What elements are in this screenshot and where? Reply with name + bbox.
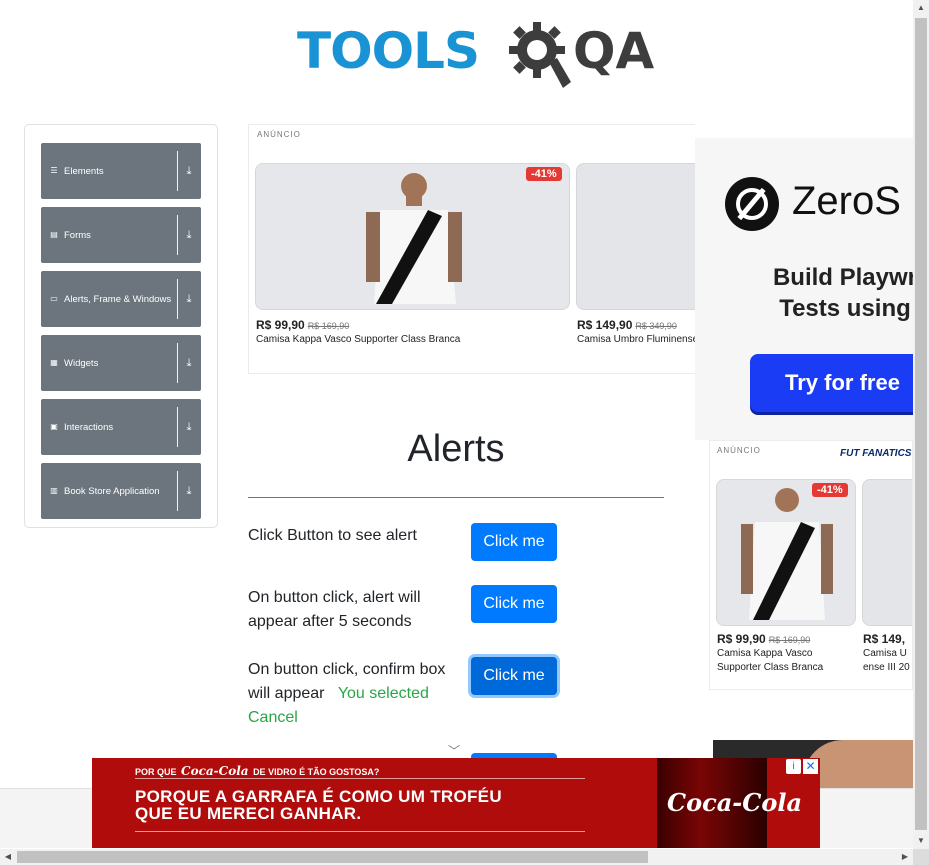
grid-icon: ▦ xyxy=(50,358,58,367)
books-icon: ▥ xyxy=(50,486,58,495)
interactions-icon: ▣ xyxy=(50,422,58,431)
product-name: Camisa Kappa Vasco Supporter Class Branc… xyxy=(717,648,824,673)
timer-alert-button[interactable]: Click me xyxy=(471,585,557,623)
form-icon: ▤ xyxy=(50,230,58,239)
alert-row-label: Click Button to see alert xyxy=(248,527,417,544)
logo-text: TOOLS xyxy=(297,22,480,80)
divider xyxy=(177,279,178,319)
ad-product-sidebar[interactable]: ANÚNCIO FUT FANATICS -41% R$ 99,90 R$ 169… xyxy=(709,440,913,690)
zerostep-logo-icon xyxy=(725,177,779,231)
product-image xyxy=(576,163,697,310)
group-label: Alerts, Frame & Windows xyxy=(64,293,172,305)
download-icon: ⤓ xyxy=(186,165,192,177)
left-sidebar: ☰ Elements ⤓ ▤ Forms ⤓ ▭ Alerts, Frame &… xyxy=(24,124,218,528)
scroll-down-icon[interactable]: ▼ xyxy=(913,833,929,849)
ad-cta-button[interactable]: Try for free xyxy=(750,354,913,412)
ad-product-carousel[interactable]: ANÚNCIO -41% R$ 99,90 R$ 169,90 Camisa Ka… xyxy=(248,124,698,374)
ad-label: ANÚNCIO xyxy=(717,446,761,455)
product-name: Camisa Umbro Fluminense xyxy=(577,334,695,345)
ad-headline: PORQUE A GARRAFA É COMO UM TROFÉU QUE EU… xyxy=(135,787,502,823)
scroll-left-icon[interactable]: ◀ xyxy=(0,849,16,865)
scroll-right-icon[interactable]: ▶ xyxy=(897,849,913,865)
discount-badge: -41% xyxy=(812,483,848,497)
ad-zerostep[interactable]: ZeroS Build Playwr Tests using Try for f… xyxy=(695,124,913,440)
product-image xyxy=(716,479,856,626)
divider xyxy=(135,778,585,779)
divider xyxy=(177,343,178,383)
product-price: R$ 149,90 R$ 349,90 xyxy=(577,318,677,332)
old-price: R$ 349,90 xyxy=(635,321,677,331)
group-label: Forms xyxy=(64,229,91,241)
scroll-thumb[interactable] xyxy=(17,851,648,863)
product-price: R$ 149, xyxy=(863,632,906,646)
timer-alert-row-label: On button click, alert will appear after… xyxy=(248,589,421,630)
confirm-button[interactable]: Click me xyxy=(471,657,557,695)
toolsqa-logo[interactable]: TOOLS QA xyxy=(297,16,654,90)
product-image xyxy=(255,163,570,310)
vertical-scrollbar[interactable]: ▲ ▼ xyxy=(913,0,929,849)
fut-fanatics-logo: FUT FANATICS xyxy=(840,448,912,459)
product-price: R$ 99,90 R$ 169,90 xyxy=(717,632,811,646)
divider xyxy=(177,215,178,255)
jersey-photo xyxy=(256,164,569,309)
ad-label: ANÚNCIO xyxy=(257,130,301,139)
jersey-photo xyxy=(717,480,855,625)
gear-icon xyxy=(509,22,571,88)
ad-tagline: Build Playwr Tests using xyxy=(772,264,913,322)
group-forms[interactable]: ▤ Forms ⤓ xyxy=(41,207,201,263)
page-title: Alerts xyxy=(407,428,505,470)
scroll-up-icon[interactable]: ▲ xyxy=(913,0,929,16)
group-label: Book Store Application xyxy=(64,485,160,497)
group-alerts-frame-windows[interactable]: ▭ Alerts, Frame & Windows ⤓ xyxy=(41,271,201,327)
group-label: Interactions xyxy=(64,421,114,433)
discount-badge: -41% xyxy=(526,167,562,181)
group-interactions[interactable]: ▣ Interactions ⤓ xyxy=(41,399,201,455)
download-icon: ⤓ xyxy=(186,229,192,241)
group-label: Elements xyxy=(64,165,104,177)
download-icon: ⤓ xyxy=(186,421,192,433)
old-price: R$ 169,90 xyxy=(307,321,350,331)
ad-info-icon[interactable]: i xyxy=(786,759,801,774)
divider xyxy=(177,407,178,447)
divider xyxy=(177,151,178,191)
coca-cola-banner-ad[interactable]: POR QUE Coca-Cola DE VIDRO É TÃO GOSTOSA… xyxy=(92,758,820,848)
product-image xyxy=(862,479,912,626)
title-divider xyxy=(248,497,664,498)
ad-brand: ZeroS xyxy=(792,179,901,223)
group-elements[interactable]: ☰ Elements ⤓ xyxy=(41,143,201,199)
download-icon: ⤓ xyxy=(186,357,192,369)
coke-logo: Coca-Cola xyxy=(667,788,803,817)
alert-button[interactable]: Click me xyxy=(471,523,557,561)
group-label: Widgets xyxy=(64,357,99,369)
scroll-thumb[interactable] xyxy=(915,18,927,830)
ad-headline-small: POR QUE Coca-Cola DE VIDRO É TÃO GOSTOSA… xyxy=(135,764,380,778)
download-icon: ⤓ xyxy=(186,485,192,497)
scrollbar-corner xyxy=(913,849,929,865)
confirm-row-label: On button click, confirm box will appear… xyxy=(248,661,446,726)
product-name: Camisa U ense III 20 xyxy=(863,648,910,673)
window-icon: ▭ xyxy=(50,294,58,303)
horizontal-scrollbar[interactable]: ◀ ▶ xyxy=(0,849,913,865)
old-price: R$ 169,90 xyxy=(768,635,811,645)
product-name: Camisa Kappa Vasco Supporter Class Branc… xyxy=(256,334,461,345)
ad-close-icon[interactable]: ✕ xyxy=(803,759,818,774)
list-icon: ☰ xyxy=(50,166,58,175)
download-icon: ⤓ xyxy=(186,293,192,305)
logo-text-qa: QA xyxy=(573,22,655,80)
chevron-down-icon: ﹀ xyxy=(447,744,460,758)
group-widgets[interactable]: ▦ Widgets ⤓ xyxy=(41,335,201,391)
product-price: R$ 99,90 R$ 169,90 xyxy=(256,318,350,332)
divider xyxy=(135,831,585,832)
divider xyxy=(177,471,178,511)
group-book-store[interactable]: ▥ Book Store Application ⤓ xyxy=(41,463,201,519)
